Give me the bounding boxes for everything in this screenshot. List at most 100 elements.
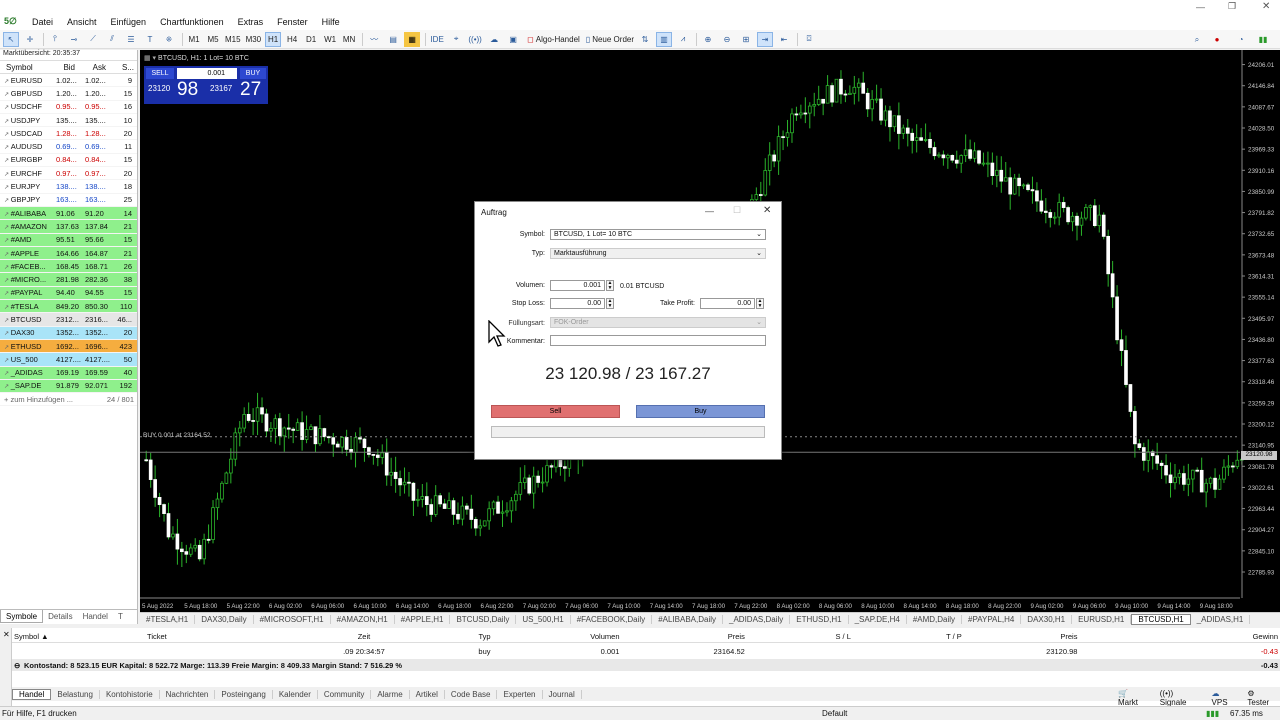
chart-tab[interactable]: BTCUSD,Daily bbox=[450, 615, 517, 624]
menu-chartfunktionen[interactable]: Chartfunktionen bbox=[160, 17, 224, 27]
news-icon[interactable]: ▣ bbox=[505, 32, 521, 47]
fibonacci-icon[interactable]: ☰ bbox=[123, 32, 139, 47]
timeframe-m30[interactable]: M30 bbox=[245, 32, 263, 47]
crosshair-icon[interactable]: ✛ bbox=[22, 32, 38, 47]
toolbox-tab-journal[interactable]: Journal bbox=[543, 689, 582, 699]
shapes-icon[interactable]: ⁜ bbox=[161, 32, 177, 47]
stoploss-stepper[interactable]: ▲ ▼ bbox=[606, 298, 614, 309]
col-bid[interactable]: Bid bbox=[56, 63, 85, 72]
table-row[interactable]: .09 20:34:57 buy 0.001 23164.52 23120.98… bbox=[12, 645, 1280, 657]
account-icon[interactable]: ◔ bbox=[1233, 32, 1249, 47]
list-item[interactable]: ↗ USDCAD 1.28... 1.28... 20 bbox=[0, 127, 137, 141]
chart-tab[interactable]: DAX30,H1 bbox=[1021, 615, 1073, 624]
chart-tab[interactable]: BTCUSD,H1 bbox=[1131, 614, 1191, 625]
screenshot-icon[interactable]: ⌼ bbox=[801, 32, 817, 47]
list-item[interactable]: ↗ #ALIBABA 91.06 91.20 14 bbox=[0, 206, 137, 221]
list-item[interactable]: ↗ USDCHF 0.95... 0.95... 16 bbox=[0, 101, 137, 114]
th-profit[interactable]: Gewinn bbox=[1077, 632, 1280, 641]
list-item[interactable]: ↗ #FACEB... 168.45 168.71 26 bbox=[0, 260, 137, 274]
chart-tab[interactable]: #AMD,Daily bbox=[907, 615, 963, 624]
menu-extras[interactable]: Extras bbox=[238, 17, 264, 27]
list-item[interactable]: ↗ GBPJPY 163.... 163.... 25 bbox=[0, 194, 137, 207]
tab-symbole[interactable]: Symbole bbox=[0, 610, 44, 623]
list-item[interactable]: ↗ DAX30 1352... 1352... 20 bbox=[0, 326, 137, 340]
th-sl[interactable]: S / L bbox=[745, 632, 850, 641]
chart-tab[interactable]: DAX30,Daily bbox=[195, 615, 254, 624]
dialog-close-icon[interactable]: ✕ bbox=[763, 205, 771, 216]
cloud-icon[interactable]: ☁ bbox=[486, 32, 502, 47]
toolbox-tab-nachrichten[interactable]: Nachrichten bbox=[160, 689, 216, 699]
list-item[interactable]: ↗ EURCHF 0.97... 0.97... 20 bbox=[0, 167, 137, 181]
chart-tab[interactable]: _ADIDAS,H1 bbox=[1191, 615, 1251, 624]
chart-tab[interactable]: #APPLE,H1 bbox=[395, 615, 451, 624]
timeframe-w1[interactable]: W1 bbox=[322, 32, 338, 47]
col-spread[interactable]: S... bbox=[114, 63, 134, 72]
toolbox-tab-artikel[interactable]: Artikel bbox=[410, 689, 445, 699]
one-click-sell-button[interactable]: SELL bbox=[146, 68, 174, 79]
algo-trading-button[interactable]: ◻ Algo-Handel bbox=[527, 35, 580, 44]
sell-price-big[interactable]: 98 bbox=[177, 79, 198, 101]
chart-tab[interactable]: #ALIBABA,Daily bbox=[652, 615, 723, 624]
new-order-button[interactable]: ▯ Neue Order bbox=[586, 35, 634, 44]
th-price2[interactable]: Preis bbox=[962, 632, 1077, 641]
col-symbol[interactable]: Symbol bbox=[0, 63, 56, 72]
volume-input[interactable]: 0.001 bbox=[550, 280, 605, 291]
chart-tab[interactable]: _ADIDAS,Daily bbox=[723, 615, 791, 624]
timeframe-h4[interactable]: H4 bbox=[284, 32, 300, 47]
dialog-minimize-icon[interactable]: — bbox=[705, 206, 714, 216]
chart-tab[interactable]: #MICROSOFT,H1 bbox=[254, 615, 331, 624]
one-click-buy-button[interactable]: BUY bbox=[240, 68, 266, 79]
tab-handel[interactable]: Handel bbox=[78, 610, 113, 623]
th-time[interactable]: Zeit bbox=[272, 632, 455, 641]
comment-input[interactable] bbox=[550, 335, 766, 346]
chart-tab[interactable]: ETHUSD,H1 bbox=[790, 615, 849, 624]
chart-tab[interactable]: #AMAZON,H1 bbox=[331, 615, 395, 624]
list-item[interactable]: ↗ #MICRO... 281.98 282.36 38 bbox=[0, 273, 137, 287]
toolbox-tab-community[interactable]: Community bbox=[318, 689, 372, 699]
signals-link[interactable]: ((•)) Signale bbox=[1160, 689, 1202, 707]
text-icon[interactable]: T bbox=[142, 32, 158, 47]
community-icon[interactable]: ▮▮ bbox=[1255, 32, 1271, 47]
buy-price-big[interactable]: 27 bbox=[240, 79, 261, 101]
timeframe-h1[interactable]: H1 bbox=[265, 31, 282, 47]
chart-tab[interactable]: #PAYPAL,H4 bbox=[962, 615, 1022, 624]
strategy-icon[interactable]: ⌖ bbox=[448, 32, 464, 47]
list-item[interactable]: ↗ US_500 4127.... 4127.... 50 bbox=[0, 353, 137, 367]
chart-type-icon[interactable]: 〰 bbox=[366, 32, 382, 47]
chart-tab[interactable]: EURUSD,H1 bbox=[1072, 615, 1132, 624]
stoploss-input[interactable]: 0.00 bbox=[550, 298, 605, 309]
timeframe-d1[interactable]: D1 bbox=[303, 32, 319, 47]
buy-button[interactable]: Buy bbox=[636, 405, 765, 418]
zoom-out-icon[interactable]: ⊖ bbox=[719, 32, 735, 47]
lot-input[interactable]: 0.001 bbox=[177, 68, 237, 79]
auto-scroll-icon[interactable]: ⇥ bbox=[757, 31, 773, 47]
template-icon[interactable]: ▤ bbox=[385, 32, 401, 47]
indicator-icon[interactable]: ▦ bbox=[404, 31, 421, 47]
notifications-icon[interactable]: ● bbox=[1209, 32, 1225, 47]
channel-icon[interactable]: ⫽ bbox=[104, 32, 120, 47]
market-link[interactable]: 🛒 Markt bbox=[1118, 689, 1150, 707]
tab-details[interactable]: Details bbox=[43, 610, 77, 623]
list-item[interactable]: ↗ #PAYPAL 94.40 94.55 15 bbox=[0, 286, 137, 301]
zoom-in-icon[interactable]: ⊕ bbox=[700, 32, 716, 47]
status-profile[interactable]: Default bbox=[822, 709, 847, 718]
chart-tab[interactable]: US_500,H1 bbox=[516, 615, 571, 624]
th-symbol[interactable]: Symbol ▲ bbox=[12, 632, 147, 641]
list-item[interactable]: ↗ #TESLA 849.20 850.30 110 bbox=[0, 300, 137, 314]
toolbox-close-icon[interactable]: ✕ bbox=[3, 630, 10, 639]
toolbox-tab-posteingang[interactable]: Posteingang bbox=[215, 689, 273, 699]
th-ticket[interactable]: Ticket bbox=[147, 632, 272, 641]
th-volume[interactable]: Volumen bbox=[513, 632, 619, 641]
add-symbol-row[interactable]: + zum Hinzufügen ... 24 / 801 bbox=[0, 393, 137, 407]
list-item[interactable]: ↗ #AMD 95.51 95.66 15 bbox=[0, 233, 137, 247]
toolbox-tab-handel[interactable]: Handel bbox=[12, 688, 52, 700]
vertical-line-icon[interactable]: ⫯ bbox=[47, 32, 63, 47]
list-item[interactable]: ↗ #APPLE 164.66 164.87 21 bbox=[0, 246, 137, 261]
toolbox-tab-code-base[interactable]: Code Base bbox=[445, 689, 498, 699]
menu-einfuegen[interactable]: Einfügen bbox=[111, 17, 147, 27]
th-price[interactable]: Preis bbox=[619, 632, 745, 641]
volume-stepper[interactable]: ▲ ▼ bbox=[606, 280, 614, 291]
list-item[interactable]: ↗ ETHUSD 1692... 1696... 423 bbox=[0, 339, 137, 354]
takeprofit-input[interactable]: 0.00 bbox=[700, 298, 755, 309]
tester-link[interactable]: ⚙ Tester bbox=[1247, 689, 1278, 707]
